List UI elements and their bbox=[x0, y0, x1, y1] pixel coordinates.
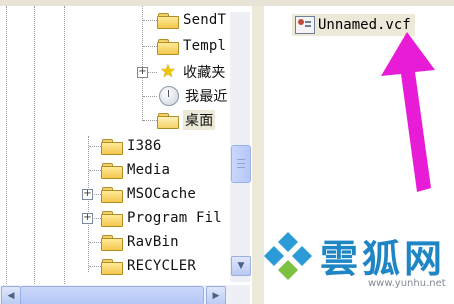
annotation-arrow bbox=[381, 32, 435, 192]
vcard-file-icon bbox=[295, 16, 315, 34]
explorer-window: SendT Templ + ★ 收藏夹 我最近 桌面 I386 Media + bbox=[0, 0, 454, 304]
tree-item-sendto[interactable]: SendT bbox=[157, 9, 226, 31]
folder-tree-pane: SendT Templ + ★ 收藏夹 我最近 桌面 I386 Media + bbox=[0, 6, 254, 304]
tree-item-label: Program Fil bbox=[127, 210, 222, 226]
folder-icon bbox=[157, 112, 179, 129]
folder-icon bbox=[101, 162, 123, 179]
tree-item-label: 收藏夹 bbox=[183, 65, 226, 81]
tree-guide-line bbox=[142, 6, 143, 121]
tree-branch bbox=[94, 218, 101, 219]
tree-branch bbox=[94, 194, 101, 195]
tree-guide-line bbox=[34, 6, 35, 298]
folder-icon bbox=[157, 38, 179, 55]
tree-item-i386[interactable]: I386 bbox=[101, 135, 162, 157]
tree-item-label: MSOCache bbox=[127, 186, 197, 202]
expand-toggle[interactable]: + bbox=[82, 213, 93, 224]
star-icon: ★ bbox=[159, 61, 177, 82]
tree-item-recent-documents[interactable]: 我最近 bbox=[157, 85, 228, 107]
tree-branch bbox=[89, 242, 101, 243]
tree-item-label: Media bbox=[127, 162, 171, 178]
tree-item-label: RECYCLER bbox=[127, 258, 197, 274]
tree-guide-line bbox=[64, 6, 65, 298]
tree-item-label: I386 bbox=[127, 138, 162, 154]
tree-branch bbox=[143, 120, 157, 121]
tree-branch bbox=[143, 20, 157, 21]
tree-branch bbox=[89, 146, 101, 147]
vertical-scroll-thumb[interactable] bbox=[231, 145, 251, 183]
file-name-label: Unnamed.vcf bbox=[318, 17, 411, 33]
tree-item-label: RavBin bbox=[127, 234, 179, 250]
watermark-title: 雲狐网 bbox=[320, 236, 447, 281]
tree-item-label: Templ bbox=[183, 38, 227, 54]
folder-icon bbox=[101, 186, 123, 203]
tree-item-label: SendT bbox=[183, 12, 227, 28]
tree-item-favorites[interactable]: ★ 收藏夹 bbox=[157, 61, 226, 83]
folder-icon bbox=[157, 12, 179, 29]
tree-branch bbox=[143, 46, 157, 47]
expand-toggle[interactable]: + bbox=[137, 67, 148, 78]
folder-icon bbox=[101, 258, 123, 275]
folder-icon bbox=[101, 210, 123, 227]
tree-item-desktop[interactable]: 桌面 bbox=[157, 109, 216, 131]
tree-item-label: 桌面 bbox=[183, 110, 216, 130]
horizontal-scroll-thumb[interactable] bbox=[20, 286, 204, 304]
tree-branch bbox=[89, 266, 101, 267]
tree-guide-line bbox=[6, 6, 7, 298]
tree-guide-line bbox=[88, 136, 89, 272]
tree-item-templates[interactable]: Templ bbox=[157, 35, 226, 57]
folder-icon bbox=[101, 138, 123, 155]
scroll-right-button[interactable]: ▶ bbox=[206, 286, 226, 304]
tree-item-msocache[interactable]: MSOCache bbox=[101, 183, 196, 205]
tree-item-ravbin[interactable]: RavBin bbox=[101, 231, 179, 253]
watermark: 雲狐网 www.yunhu.net bbox=[262, 226, 452, 296]
expand-toggle[interactable]: + bbox=[82, 189, 93, 200]
tree-item-label: 我最近 bbox=[185, 89, 228, 105]
watermark-logo-icon bbox=[264, 232, 312, 280]
tree-branch bbox=[143, 96, 157, 97]
tree-item-media[interactable]: Media bbox=[101, 159, 170, 181]
scroll-left-button[interactable]: ◀ bbox=[1, 286, 21, 304]
scroll-down-button[interactable]: ▼ bbox=[231, 256, 251, 276]
tree-branch bbox=[148, 72, 157, 73]
tree-item-recycler[interactable]: RECYCLER bbox=[101, 255, 196, 277]
folder-icon bbox=[101, 234, 123, 251]
recent-docs-icon bbox=[159, 86, 179, 106]
watermark-url: www.yunhu.net bbox=[368, 278, 446, 289]
tree-branch bbox=[89, 170, 101, 171]
tree-item-program-files[interactable]: Program Fil bbox=[101, 207, 222, 229]
